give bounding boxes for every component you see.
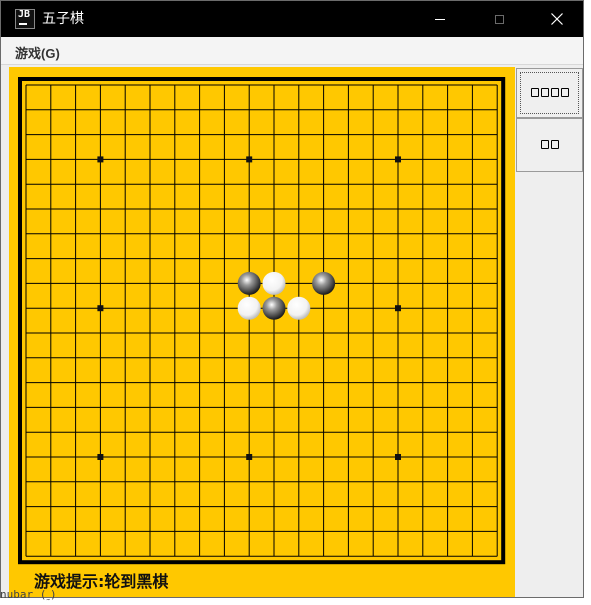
window-title: 五子棋 (42, 11, 84, 27)
menu-game[interactable]: 游戏(G) (15, 43, 60, 62)
gomoku-board[interactable] (9, 67, 515, 567)
maximize-icon (494, 14, 504, 24)
app-icon: JB (15, 9, 35, 29)
side-button-2[interactable] (516, 118, 583, 172)
background-app-text: nubar (˷) (0, 588, 57, 601)
app-icon-text: JB (18, 9, 31, 20)
white-stone (262, 271, 286, 295)
star-point (395, 156, 401, 163)
focus-outline (520, 72, 579, 114)
maximize-button[interactable] (476, 1, 522, 37)
title-bar[interactable]: JB 五子棋 (1, 1, 583, 37)
menu-bar: 游戏(G) (1, 37, 583, 65)
minimize-button[interactable] (417, 1, 463, 37)
star-point (97, 305, 104, 312)
gomoku-window: JB 五子棋 游戏(G) 游戏提示:轮到黑棋 (0, 0, 584, 598)
star-point (395, 305, 401, 312)
black-stone (262, 296, 286, 320)
missing-glyph-icon (550, 140, 559, 149)
black-stone (237, 271, 261, 295)
side-button-2-label (540, 137, 560, 153)
white-stone (237, 296, 261, 320)
close-icon (551, 13, 563, 25)
star-point (246, 156, 253, 163)
board-panel: 游戏提示:轮到黑棋 (9, 67, 515, 597)
minimize-icon (435, 18, 445, 20)
star-point (395, 454, 401, 460)
star-point (246, 454, 253, 460)
close-button[interactable] (534, 1, 580, 37)
black-stone (312, 271, 336, 295)
missing-glyph-icon (540, 140, 549, 149)
side-button-1[interactable] (516, 68, 583, 118)
star-point (97, 454, 104, 460)
board-frame (18, 77, 506, 565)
star-point (97, 156, 104, 163)
white-stone (287, 296, 311, 320)
